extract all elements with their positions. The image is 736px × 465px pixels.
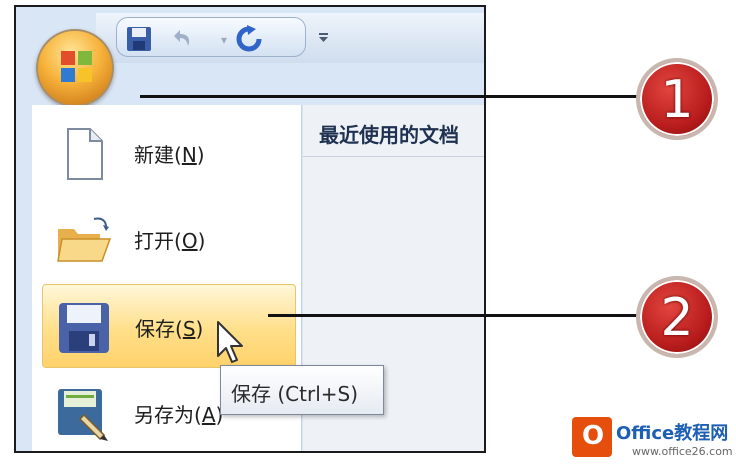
save-tooltip-text: 保存 (Ctrl+S): [231, 382, 359, 406]
redo-icon: [236, 25, 262, 52]
office-logo-icon: [61, 51, 92, 82]
recent-documents-header: 最近使用的文档: [303, 105, 484, 157]
qat-redo-button[interactable]: [234, 24, 264, 54]
watermark: O Office教程网 www.office26.com: [572, 413, 736, 463]
menu-item-new-label: 新建(N): [134, 143, 205, 167]
save-tooltip: 保存 (Ctrl+S): [220, 365, 384, 415]
qat-save-button[interactable]: [124, 24, 154, 54]
open-folder-icon: [57, 217, 112, 262]
callout-badge-1: 1: [636, 58, 718, 140]
undo-icon: [174, 30, 190, 46]
menu-item-open[interactable]: 打开(O): [42, 197, 296, 281]
save-icon: [127, 27, 151, 51]
menu-item-new[interactable]: 新建(N): [42, 111, 296, 195]
menu-item-save[interactable]: 保存(S): [42, 284, 296, 368]
callout-line-1: [140, 95, 640, 98]
recent-documents-title: 最近使用的文档: [319, 123, 459, 147]
watermark-brand: Office教程网: [616, 423, 729, 444]
office-button[interactable]: [36, 29, 114, 107]
qat-undo-dropdown-icon[interactable]: ▾: [221, 33, 227, 47]
qat-undo-button[interactable]: [166, 24, 196, 54]
callout-line-2: [268, 314, 640, 317]
menu-item-open-label: 打开(O): [134, 229, 206, 253]
office-watermark-icon: O: [572, 417, 612, 457]
customize-dropdown-icon[interactable]: [314, 27, 334, 47]
save-disk-icon: [59, 303, 109, 353]
menu-item-save-as-label: 另存为(A): [134, 403, 224, 427]
callout-number-2: 2: [660, 288, 694, 348]
menu-item-save-label: 保存(S): [135, 317, 204, 341]
save-as-icon: [58, 389, 108, 441]
watermark-url: www.office26.com: [632, 445, 733, 458]
new-document-icon: [67, 128, 103, 180]
callout-badge-2: 2: [636, 276, 718, 358]
callout-number-1: 1: [660, 70, 694, 130]
